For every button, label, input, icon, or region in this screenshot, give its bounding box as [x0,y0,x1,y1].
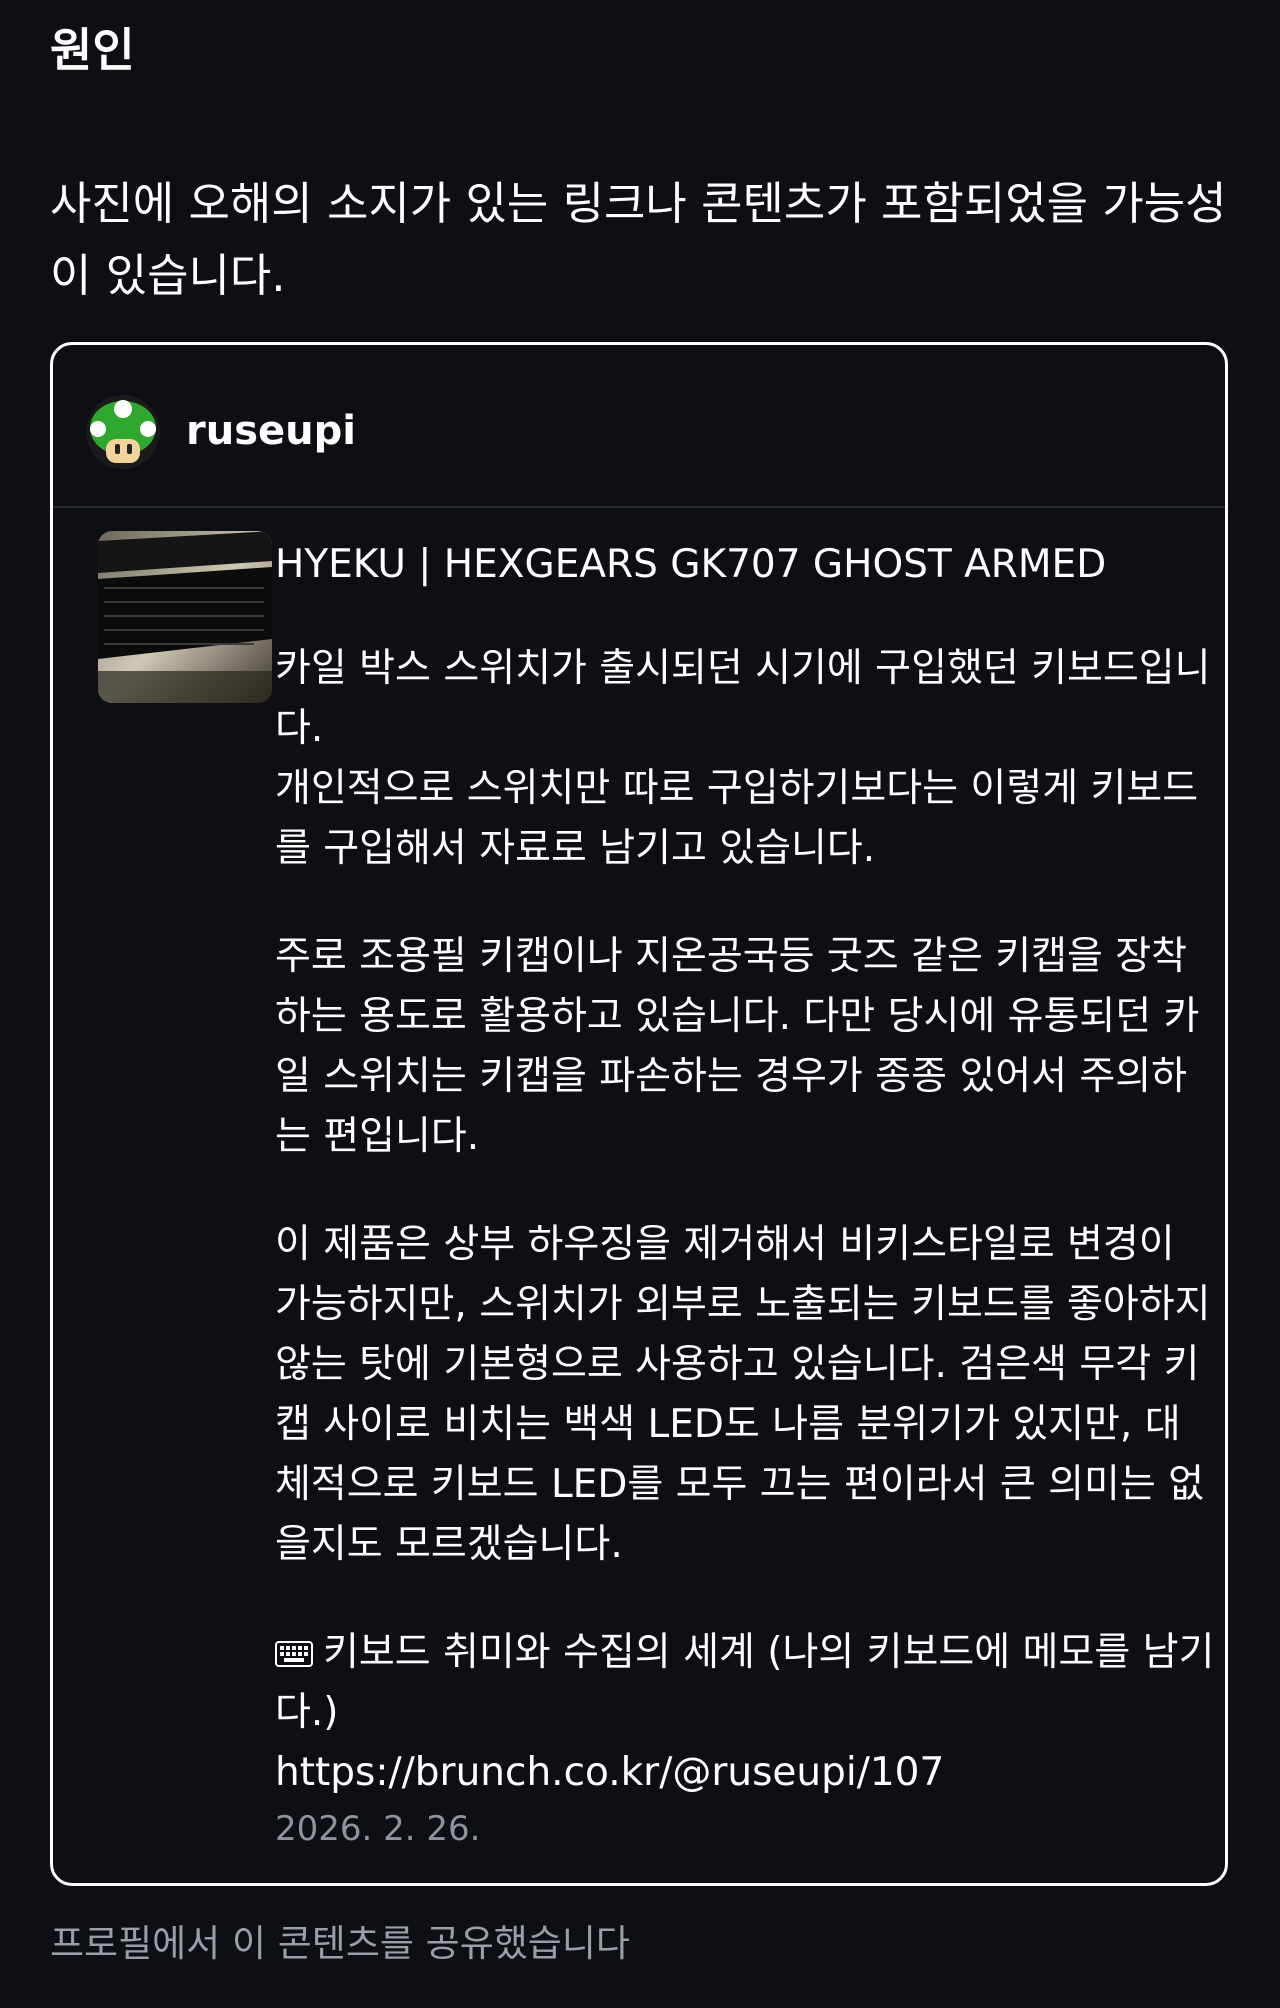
paragraph-text: 주로 조용필 키캡이나 지온공국등 굿즈 같은 키캡을 장착하는 용도로 활용하… [275,934,1200,1159]
post-paragraph-1: 카일 박스 스위치가 출시되던 시기에 구입했던 키보드입니다. 개인적으로 스… [275,639,1215,879]
series-text: 키보드 취미와 수집의 세계 (나의 키보드에 메모를 남기다.) [275,1630,1215,1735]
keyboard-icon [275,1641,313,1667]
paragraph-text: 카일 박스 스위치가 출시되던 시기에 구입했던 키보드입니다. 개인적으로 스… [275,646,1211,871]
share-footer: 프로필에서 이 콘텐츠를 공유했습니다 [50,1922,630,1965]
post-link[interactable]: https://brunch.co.kr/@ruseupi/107 [275,1743,1215,1803]
post-paragraph-3: 이 제품은 상부 하우징을 제거해서 비키스타일로 변경이 가능하지만, 스위치… [275,1215,1215,1575]
keyboard-photo-icon [98,531,272,703]
post-title[interactable]: HYEKU | HEXGEARS GK707 GHOST ARMED [275,535,1215,595]
post-paragraph-2: 주로 조용필 키캡이나 지온공국등 굿즈 같은 키캡을 장착하는 용도로 활용하… [275,927,1215,1167]
paragraph-text: 이 제품은 상부 하우징을 제거해서 비키스타일로 변경이 가능하지만, 스위치… [275,1222,1211,1567]
post-thumbnail[interactable] [98,531,272,703]
section-title: 원인 [50,23,135,77]
shared-post-card[interactable]: ruseupi HYEKU | HEXGEARS GK707 GHOST ARM… [50,342,1228,1886]
post-body: HYEKU | HEXGEARS GK707 GHOST ARMED 카일 박스… [275,535,1215,1855]
series-line: 키보드 취미와 수집의 세계 (나의 키보드에 메모를 남기다.) [275,1623,1215,1743]
post-header: ruseupi [53,345,1225,508]
username[interactable]: ruseupi [186,401,356,461]
post-date: 2026. 2. 26. [275,1809,481,1849]
mushroom-avatar-icon [86,395,160,469]
avatar[interactable] [86,395,160,469]
reason-text: 사진에 오해의 소지가 있는 링크나 콘텐츠가 포함되었을 가능성이 있습니다. [50,177,1227,302]
